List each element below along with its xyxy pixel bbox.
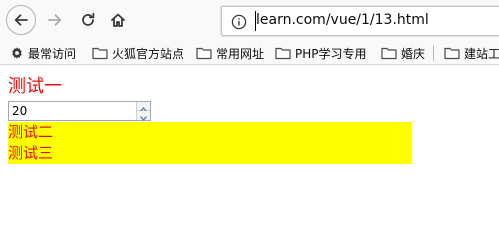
bookmark-folder-common[interactable]: 常用网址 <box>196 44 264 62</box>
url-text[interactable]: learn.com/vue/1/13.html <box>256 12 429 28</box>
forward-button[interactable] <box>40 5 70 35</box>
bookmark-label: 婚庆 <box>401 46 426 61</box>
page-content: 测试一 20 测试二 测试三 <box>0 66 499 222</box>
reload-icon <box>80 12 96 28</box>
text-test-two: 测试二 <box>8 123 54 141</box>
bookmark-label: 火狐官方站点 <box>112 46 185 61</box>
back-arrow-icon <box>13 12 29 28</box>
bookmark-folder-firefox[interactable]: 火狐官方站点 <box>92 44 184 62</box>
folder-icon <box>381 46 401 60</box>
bookmark-most-visited[interactable]: 最常访问 <box>10 44 76 62</box>
bookmark-label: 建站工 <box>464 46 499 61</box>
reload-button[interactable] <box>73 5 103 35</box>
bookmark-folder-wedding[interactable]: 婚庆 <box>381 44 425 62</box>
folder-icon <box>196 46 216 60</box>
info-icon[interactable] <box>230 13 247 30</box>
bookmark-separator <box>433 45 434 61</box>
highlight-block: 测试二 测试三 <box>8 122 412 164</box>
home-icon <box>110 12 126 28</box>
gear-icon <box>10 46 28 60</box>
number-spinner[interactable] <box>136 102 150 121</box>
folder-icon <box>444 46 464 60</box>
bookmark-folder-site-tools[interactable]: 建站工 <box>444 44 499 62</box>
folder-icon <box>275 46 295 60</box>
heading-test-one: 测试一 <box>8 76 62 97</box>
forward-arrow-icon <box>47 12 63 28</box>
number-input-value: 20 <box>12 104 28 118</box>
bookmarks-bar: 最常访问 火狐官方站点 常用网址 PHP学习专用 婚庆 建站工 <box>0 41 499 65</box>
browser-toolbar: learn.com/vue/1/13.html <box>0 0 499 41</box>
text-test-three: 测试三 <box>8 144 54 162</box>
back-button[interactable] <box>6 5 36 35</box>
bookmark-label: PHP学习专用 <box>295 46 367 61</box>
bookmark-folder-php[interactable]: PHP学习专用 <box>275 44 367 62</box>
bookmark-label: 常用网址 <box>216 46 265 61</box>
bookmark-label: 最常访问 <box>28 46 77 61</box>
spin-down-button[interactable] <box>137 111 150 121</box>
number-input[interactable]: 20 <box>8 101 151 121</box>
url-bar[interactable]: learn.com/vue/1/13.html <box>221 6 499 36</box>
home-button[interactable] <box>103 5 133 35</box>
folder-icon <box>92 46 112 60</box>
